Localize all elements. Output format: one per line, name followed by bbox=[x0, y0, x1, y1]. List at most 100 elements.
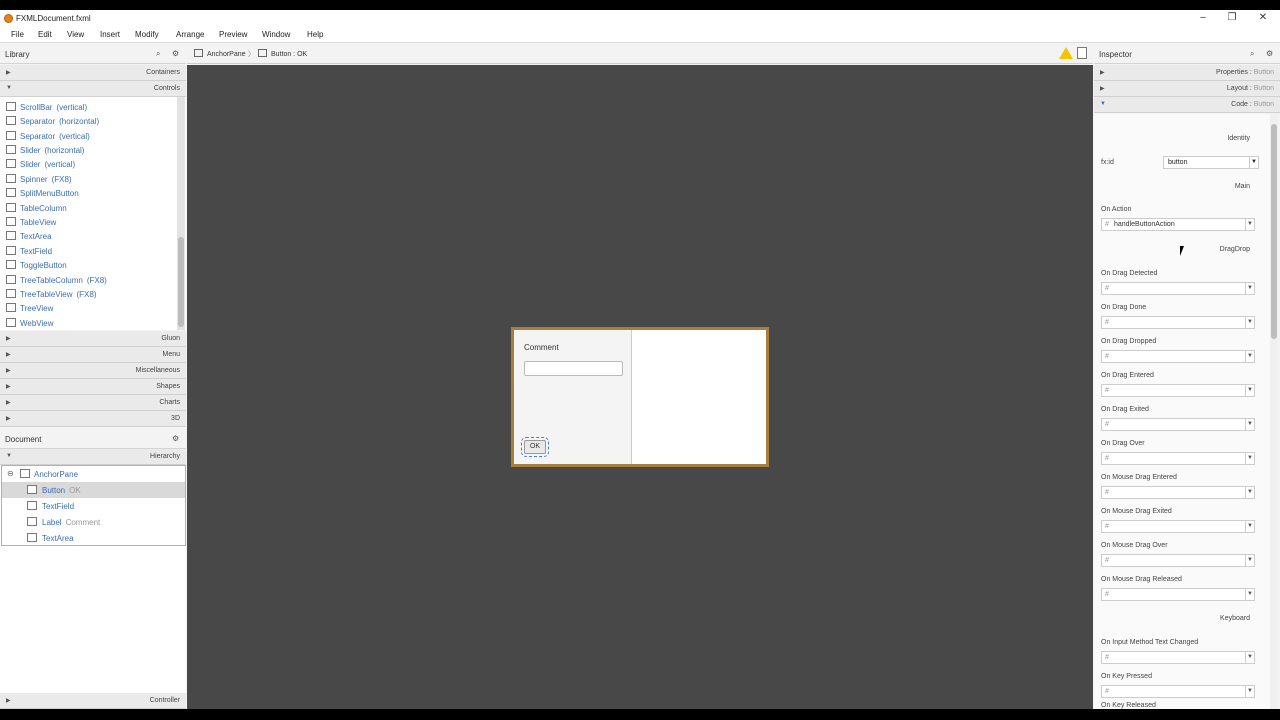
tree-node-anchorpane[interactable]: ⊖ AnchorPane bbox=[2, 466, 185, 482]
chevron-down-icon[interactable]: ▼ bbox=[1245, 283, 1254, 294]
close-icon[interactable]: ✕ bbox=[1257, 12, 1269, 23]
library-section-containers[interactable]: ▶ Containers bbox=[0, 65, 186, 81]
collapse-icon[interactable]: ⊖ bbox=[7, 469, 14, 478]
chevron-down-icon[interactable]: ▼ bbox=[1245, 453, 1254, 464]
search-icon[interactable]: ⌕ bbox=[156, 49, 160, 59]
library-item[interactable]: TreeTableView (FX8) bbox=[6, 289, 176, 303]
comment-text-field[interactable] bbox=[524, 361, 623, 376]
code-section-body: Identity fx:id button ▼ Main On Action #… bbox=[1094, 114, 1278, 709]
library-item[interactable]: TreeTableColumn (FX8) bbox=[6, 275, 176, 289]
on-drag-done-combo[interactable]: # ▼ bbox=[1101, 316, 1255, 329]
library-item[interactable]: Separator (vertical) bbox=[6, 131, 176, 145]
on-mouse-drag-released-combo[interactable]: # ▼ bbox=[1101, 588, 1255, 601]
library-section-gluon[interactable]: ▶ Gluon bbox=[0, 331, 186, 347]
chevron-right-icon: ▶ bbox=[6, 368, 11, 374]
warning-icon[interactable] bbox=[1059, 47, 1073, 59]
tree-node-textfield[interactable]: TextField bbox=[2, 498, 185, 514]
comment-label[interactable]: Comment bbox=[524, 343, 559, 352]
label-icon bbox=[27, 517, 37, 526]
inspector-search-input[interactable] bbox=[1154, 48, 1244, 60]
library-section-menu[interactable]: ▶ Menu bbox=[0, 347, 186, 363]
key-field-label: On Key Pressed bbox=[1101, 673, 1152, 680]
inspector-section-code[interactable]: ▼ Code : Button bbox=[1094, 97, 1280, 113]
tree-node-button[interactable]: Button OK bbox=[2, 482, 185, 498]
on-mouse-drag-entered-combo[interactable]: # ▼ bbox=[1101, 486, 1255, 499]
inspector-scrollbar[interactable] bbox=[1270, 114, 1278, 709]
library-item[interactable]: TextField bbox=[6, 246, 176, 260]
library-item[interactable]: ScrollBar (vertical) bbox=[6, 102, 176, 116]
library-item[interactable]: TreeView bbox=[6, 303, 176, 317]
minimize-icon[interactable]: – bbox=[1197, 12, 1209, 23]
breadcrumb-anchorpane[interactable]: AnchorPane bbox=[194, 49, 246, 58]
text-area-preview[interactable] bbox=[633, 330, 766, 464]
on-drag-detected-combo[interactable]: # ▼ bbox=[1101, 282, 1255, 295]
restore-icon[interactable]: ❐ bbox=[1226, 12, 1238, 23]
on-mouse-drag-over-combo[interactable]: # ▼ bbox=[1101, 554, 1255, 567]
document-section-controller[interactable]: ▶ Controller bbox=[0, 693, 186, 709]
library-search-input[interactable] bbox=[50, 48, 150, 60]
chevron-down-icon[interactable]: ▼ bbox=[1245, 219, 1254, 230]
tree-node-textarea[interactable]: TextArea bbox=[2, 530, 185, 546]
on-input-method-text-changed-combo[interactable]: # ▼ bbox=[1101, 651, 1255, 664]
document-section-hierarchy[interactable]: ▼ Hierarchy bbox=[0, 449, 186, 465]
library-section-charts[interactable]: ▶ Charts bbox=[0, 395, 186, 411]
menu-modify[interactable]: Modify bbox=[135, 30, 159, 39]
on-drag-exited-combo[interactable]: # ▼ bbox=[1101, 418, 1255, 431]
breadcrumb-button[interactable]: Button : OK bbox=[258, 49, 307, 58]
tree-node-label[interactable]: Label Comment bbox=[2, 514, 185, 530]
search-icon[interactable]: ⌕ bbox=[1250, 49, 1254, 59]
anchor-pane-icon bbox=[20, 469, 30, 478]
menu-preview[interactable]: Preview bbox=[219, 30, 247, 39]
gear-icon[interactable]: ⚙ bbox=[1266, 49, 1273, 58]
gear-icon[interactable]: ⚙ bbox=[172, 434, 179, 443]
on-key-pressed-combo[interactable]: # ▼ bbox=[1101, 685, 1255, 698]
on-drag-entered-combo[interactable]: # ▼ bbox=[1101, 384, 1255, 397]
library-item[interactable]: SplitMenuButton bbox=[6, 188, 176, 202]
fxid-combo[interactable]: button ▼ bbox=[1163, 156, 1259, 169]
library-item[interactable]: WebView bbox=[6, 318, 176, 332]
chevron-down-icon[interactable]: ▼ bbox=[1245, 317, 1254, 328]
on-mouse-drag-exited-combo[interactable]: # ▼ bbox=[1101, 520, 1255, 533]
library-section-miscellaneous[interactable]: ▶ Miscellaneous bbox=[0, 363, 186, 379]
menu-file[interactable]: File bbox=[11, 30, 24, 39]
document-icon[interactable] bbox=[1077, 47, 1087, 59]
anchor-pane-stage[interactable]: Comment OK bbox=[511, 327, 769, 467]
chevron-down-icon[interactable]: ▼ bbox=[1245, 351, 1254, 362]
inspector-scrollbar-thumb[interactable] bbox=[1271, 124, 1277, 339]
library-item[interactable]: Slider (horizontal) bbox=[6, 145, 176, 159]
chevron-down-icon[interactable]: ▼ bbox=[1245, 652, 1254, 663]
chevron-down-icon[interactable]: ▼ bbox=[1245, 589, 1254, 600]
menu-insert[interactable]: Insert bbox=[100, 30, 120, 39]
gear-icon[interactable]: ⚙ bbox=[172, 49, 179, 58]
chevron-down-icon[interactable]: ▼ bbox=[1245, 487, 1254, 498]
library-scrollbar[interactable] bbox=[177, 97, 185, 330]
ok-button[interactable]: OK bbox=[521, 437, 549, 457]
library-item[interactable]: Spinner (FX8) bbox=[6, 174, 176, 188]
chevron-down-icon[interactable]: ▼ bbox=[1245, 555, 1254, 566]
library-scrollbar-thumb[interactable] bbox=[178, 237, 184, 327]
chevron-down-icon[interactable]: ▼ bbox=[1245, 686, 1254, 697]
chevron-down-icon[interactable]: ▼ bbox=[1249, 157, 1258, 168]
library-section-3d[interactable]: ▶ 3D bbox=[0, 411, 186, 427]
chevron-down-icon[interactable]: ▼ bbox=[1245, 419, 1254, 430]
menu-arrange[interactable]: Arrange bbox=[176, 30, 204, 39]
inspector-section-properties[interactable]: ▶ Properties : Button bbox=[1094, 65, 1280, 81]
menu-edit[interactable]: Edit bbox=[38, 30, 52, 39]
on-drag-dropped-combo[interactable]: # ▼ bbox=[1101, 350, 1255, 363]
chevron-down-icon[interactable]: ▼ bbox=[1245, 521, 1254, 532]
on-action-combo[interactable]: # handleButtonAction ▼ bbox=[1101, 218, 1255, 231]
chevron-down-icon[interactable]: ▼ bbox=[1245, 385, 1254, 396]
on-drag-over-combo[interactable]: # ▼ bbox=[1101, 452, 1255, 465]
library-item[interactable]: TableView bbox=[6, 217, 176, 231]
library-item[interactable]: TableColumn bbox=[6, 203, 176, 217]
library-item[interactable]: TextArea bbox=[6, 231, 176, 245]
library-item[interactable]: ToggleButton bbox=[6, 260, 176, 274]
library-section-shapes[interactable]: ▶ Shapes bbox=[0, 379, 186, 395]
library-section-controls[interactable]: ▼ Controls bbox=[0, 81, 186, 97]
library-item[interactable]: Separator (horizontal) bbox=[6, 116, 176, 130]
menu-help[interactable]: Help bbox=[307, 30, 323, 39]
menu-view[interactable]: View bbox=[67, 30, 84, 39]
library-item[interactable]: Slider (vertical) bbox=[6, 159, 176, 173]
inspector-section-layout[interactable]: ▶ Layout : Button bbox=[1094, 81, 1280, 97]
menu-window[interactable]: Window bbox=[262, 30, 290, 39]
